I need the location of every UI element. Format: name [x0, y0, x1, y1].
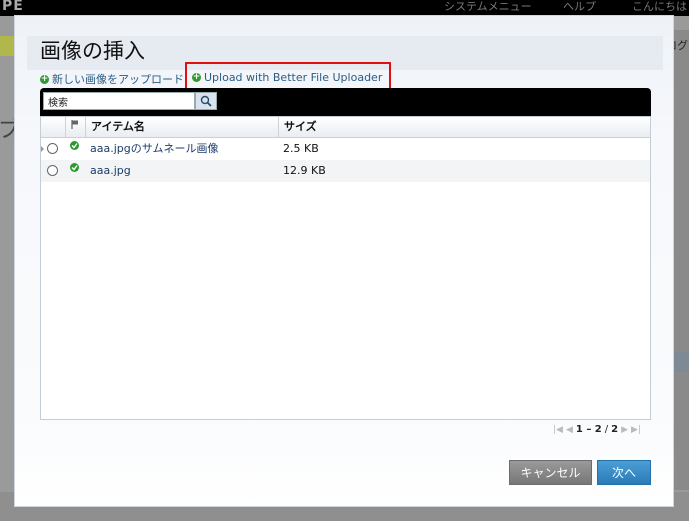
row-name: aaa.jpgのサムネール画像 [90, 142, 219, 155]
table-row[interactable]: aaa.jpgのサムネール画像 2.5 KB [41, 138, 650, 160]
pagination: |◀ ◀ 1 – 2 / 2 ▶ ▶| [553, 424, 641, 435]
row-pointer-icon [41, 146, 44, 152]
dialog-title: 画像の挿入 [40, 39, 145, 63]
flag-icon [71, 120, 78, 129]
last-page-icon[interactable]: ▶| [631, 425, 641, 435]
next-page-icon[interactable]: ▶ [621, 425, 628, 435]
search-toolbar [40, 88, 651, 116]
app-logo: PE [2, 0, 24, 14]
size-column-header[interactable]: サイズ [278, 117, 650, 137]
row-size: 12.9 KB [283, 164, 326, 177]
grid-header: アイテム名 サイズ [41, 117, 650, 138]
page-total: 2 [611, 424, 619, 435]
insert-image-dialog: 画像の挿入 + 新しい画像をアップロード + Upload with Bette… [14, 15, 674, 507]
magnifier-icon [200, 95, 212, 107]
greeting-text: こんにちは [632, 0, 687, 13]
row-size: 2.5 KB [283, 142, 319, 155]
help-link: ヘルプ [563, 0, 596, 13]
page-separator: / [604, 424, 609, 435]
check-circle-icon [70, 163, 79, 172]
first-page-icon[interactable]: |◀ [553, 425, 563, 435]
name-column-header[interactable]: アイテム名 [85, 117, 278, 137]
app-accent-strip [0, 36, 14, 56]
flag-column-header[interactable] [65, 117, 85, 137]
search-button[interactable] [195, 92, 217, 110]
row-select-radio[interactable] [47, 143, 58, 154]
image-list-grid: アイテム名 サイズ aaa.jpgのサムネール画像 2.5 KB aaa.jpg… [40, 116, 651, 420]
prev-page-icon[interactable]: ◀ [566, 425, 573, 435]
table-row[interactable]: aaa.jpg 12.9 KB [41, 160, 650, 182]
search-input[interactable] [43, 92, 195, 110]
row-name: aaa.jpg [90, 164, 131, 177]
upload-new-image-label: 新しい画像をアップロード [52, 73, 184, 86]
app-topbar: PE システムメニュー ヘルプ こんにちは [0, 0, 689, 16]
page-range: 1 – 2 [575, 424, 602, 435]
cancel-button[interactable]: キャンセル [509, 460, 592, 485]
next-button[interactable]: 次へ [597, 460, 651, 485]
plus-circle-icon: + [40, 73, 49, 84]
system-menu-link: システムメニュー [444, 0, 532, 13]
upload-new-image-link[interactable]: + 新しい画像をアップロード [40, 71, 184, 87]
row-select-radio[interactable] [47, 165, 58, 176]
check-circle-icon [70, 141, 79, 150]
